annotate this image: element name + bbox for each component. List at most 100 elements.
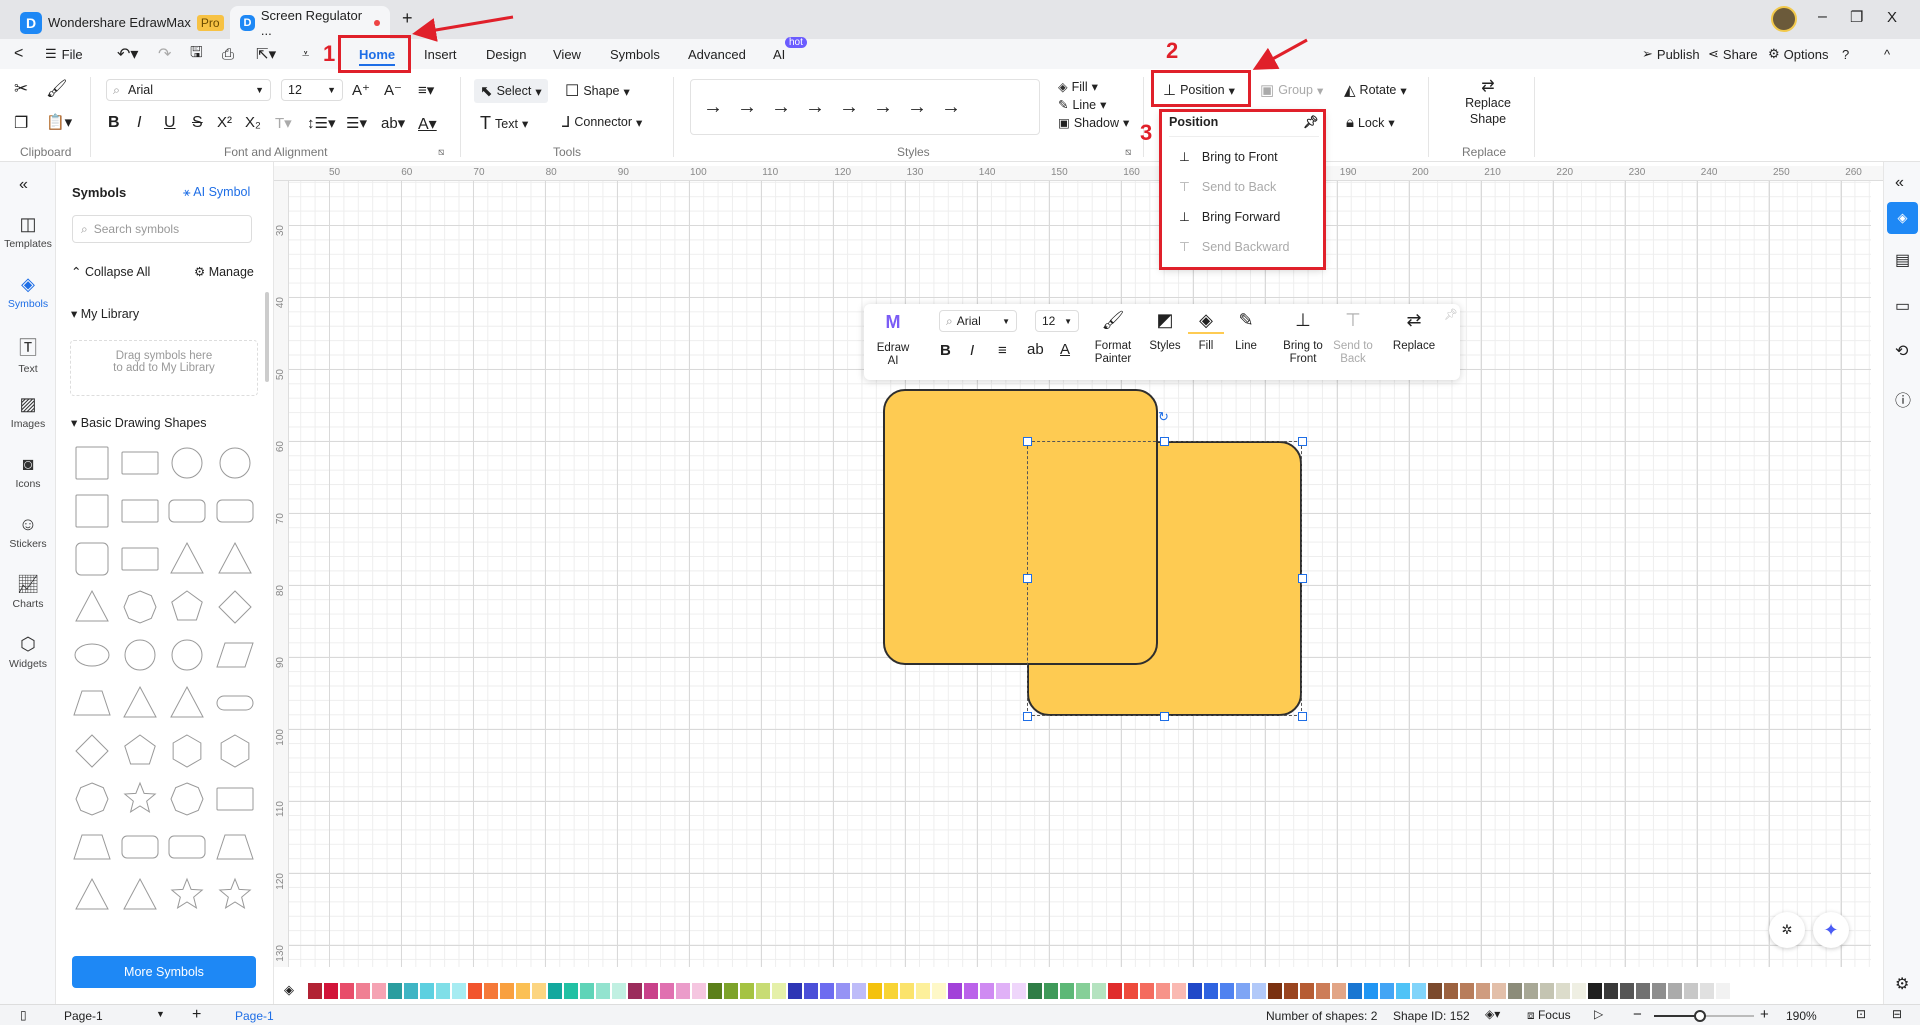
symbol-tri[interactable] <box>170 685 204 718</box>
resize-handle[interactable] <box>1023 574 1032 583</box>
panel-scrollbar[interactable] <box>265 292 269 382</box>
symbol-tri[interactable] <box>123 685 157 718</box>
color-swatch[interactable] <box>1076 983 1090 999</box>
layers-icon[interactable]: ◈▾ <box>1485 1007 1500 1021</box>
chevron-down-icon[interactable]: ▼ <box>156 1009 165 1019</box>
symbol-rect[interactable] <box>216 787 254 811</box>
color-swatch[interactable] <box>356 983 370 999</box>
settings-gear-icon[interactable]: ⚙ <box>1895 974 1909 994</box>
color-swatch[interactable] <box>852 983 866 999</box>
search-symbols-input[interactable]: ⌕ Search symbols <box>72 215 252 243</box>
symbol-para[interactable] <box>216 642 254 668</box>
resize-handle[interactable] <box>1023 712 1032 721</box>
color-swatch[interactable] <box>740 983 754 999</box>
color-swatch[interactable] <box>660 983 674 999</box>
resize-handle[interactable] <box>1160 712 1169 721</box>
color-swatch[interactable] <box>324 983 338 999</box>
color-swatch[interactable] <box>1060 983 1074 999</box>
color-swatch[interactable] <box>724 983 738 999</box>
color-swatch[interactable] <box>1028 983 1042 999</box>
color-swatch[interactable] <box>1444 983 1458 999</box>
color-swatch[interactable] <box>1012 983 1026 999</box>
color-swatch[interactable] <box>1604 983 1618 999</box>
symbol-trap[interactable] <box>216 834 254 860</box>
symbol-rrect[interactable] <box>121 835 159 859</box>
color-swatch[interactable] <box>1508 983 1522 999</box>
rail-widgets[interactable]: ⬡ Widgets <box>0 634 56 670</box>
symbol-trap[interactable] <box>73 834 111 860</box>
symbol-tri[interactable] <box>75 589 109 622</box>
page-properties-icon[interactable]: ▤ <box>1895 250 1910 270</box>
symbol-circle[interactable] <box>219 447 251 479</box>
symbol-rect[interactable] <box>121 451 159 475</box>
color-swatch[interactable] <box>596 983 610 999</box>
color-swatch[interactable] <box>996 983 1010 999</box>
page-tab-active[interactable]: Page-1 <box>235 1009 274 1023</box>
color-swatch[interactable] <box>1476 983 1490 999</box>
zoom-slider[interactable] <box>1654 1010 1754 1022</box>
color-swatch[interactable] <box>628 983 642 999</box>
resize-handle[interactable] <box>1298 574 1307 583</box>
fullscreen-icon[interactable]: ⊟ <box>1892 1007 1902 1021</box>
color-swatch[interactable] <box>580 983 594 999</box>
color-swatch[interactable] <box>1236 983 1250 999</box>
color-swatch[interactable] <box>1492 983 1506 999</box>
rail-templates[interactable]: ◫ Templates <box>0 214 56 250</box>
color-swatch[interactable] <box>1540 983 1554 999</box>
color-swatch[interactable] <box>708 983 722 999</box>
color-swatch[interactable] <box>932 983 946 999</box>
color-swatch[interactable] <box>1204 983 1218 999</box>
rail-text[interactable]: 🅃 Text <box>0 334 56 375</box>
color-swatch[interactable] <box>1636 983 1650 999</box>
help-icon[interactable]: ⓘ <box>1895 387 1911 411</box>
color-swatch[interactable] <box>372 983 386 999</box>
color-swatch[interactable] <box>820 983 834 999</box>
color-swatch[interactable] <box>756 983 770 999</box>
zoom-level[interactable]: 190% <box>1786 1009 1817 1023</box>
style-panel-button[interactable]: ◈ <box>1887 202 1918 234</box>
rail-images[interactable]: ▨ Images <box>0 394 56 430</box>
zoom-slider-thumb[interactable] <box>1694 1010 1707 1022</box>
menu-item-send-backward[interactable]: ⊤ Send Backward <box>1179 239 1289 255</box>
color-swatch[interactable] <box>980 983 994 999</box>
symbol-circle[interactable] <box>124 639 156 671</box>
symbol-diamond[interactable] <box>218 590 252 624</box>
symbol-tri[interactable] <box>170 541 204 574</box>
symbol-trap[interactable] <box>73 690 111 716</box>
drawing-canvas[interactable]: ↻ ✲ ✦ <box>289 181 1871 967</box>
color-swatch[interactable] <box>1332 983 1346 999</box>
float-font-select[interactable]: ⌕ Arial ▼ <box>939 310 1017 332</box>
color-swatch[interactable] <box>1620 983 1634 999</box>
color-swatch[interactable] <box>500 983 514 999</box>
symbol-star[interactable] <box>170 877 204 910</box>
color-swatch[interactable] <box>900 983 914 999</box>
symbol-rrect[interactable] <box>168 499 206 523</box>
my-library-dropzone[interactable]: Drag symbols here to add to My Library <box>70 340 258 396</box>
color-swatch[interactable] <box>1124 983 1138 999</box>
color-swatch[interactable] <box>1396 983 1410 999</box>
color-swatch[interactable] <box>804 983 818 999</box>
symbol-rect[interactable] <box>75 494 109 528</box>
align-icon[interactable]: ≡ <box>998 342 1007 359</box>
color-swatch[interactable] <box>420 983 434 999</box>
menu-item-bring-forward[interactable]: ⊥ Bring Forward <box>1179 209 1280 225</box>
symbol-rect[interactable] <box>121 499 159 523</box>
color-swatch[interactable] <box>1652 983 1666 999</box>
color-swatch[interactable] <box>788 983 802 999</box>
font-color-icon[interactable]: A <box>1060 341 1070 358</box>
symbol-diamond[interactable] <box>75 734 109 768</box>
ai-assistant-button[interactable]: ✦ <box>1813 912 1849 948</box>
symbol-rrect[interactable] <box>75 542 109 576</box>
color-swatch[interactable] <box>484 983 498 999</box>
color-swatch[interactable] <box>1092 983 1106 999</box>
edraw-ai-button[interactable]: M Edraw AI <box>870 313 916 368</box>
color-swatch[interactable] <box>1684 983 1698 999</box>
resize-handle[interactable] <box>1298 712 1307 721</box>
color-swatch[interactable] <box>452 983 466 999</box>
color-swatch[interactable] <box>884 983 898 999</box>
resize-handle[interactable] <box>1298 437 1307 446</box>
add-page-button[interactable]: + <box>192 1006 201 1024</box>
symbol-oct[interactable] <box>75 782 109 816</box>
rail-icons[interactable]: ◙ Icons <box>0 454 56 490</box>
color-swatch[interactable] <box>1588 983 1602 999</box>
